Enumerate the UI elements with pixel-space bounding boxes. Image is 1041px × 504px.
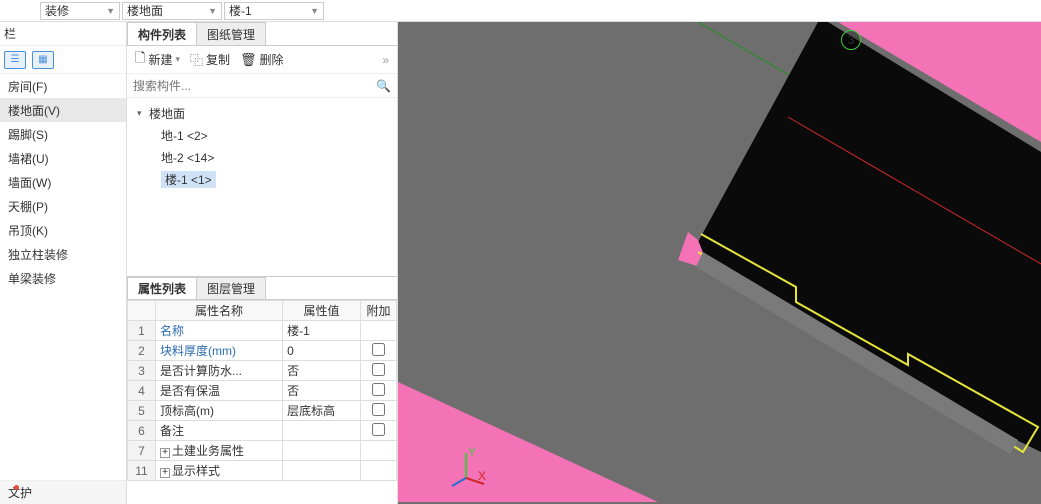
table-row[interactable]: 2块料厚度(mm)0: [128, 341, 397, 361]
sidebar-item[interactable]: 房间(F): [0, 74, 126, 98]
svg-text:X: X: [478, 469, 486, 483]
col-extra: 附加: [361, 301, 397, 321]
dropdown-category[interactable]: 装修▼: [40, 2, 120, 20]
more-icon[interactable]: »: [382, 53, 389, 67]
delete-icon: 🗑: [240, 52, 257, 68]
tree-item[interactable]: 楼-1 <1>: [127, 168, 397, 190]
extra-checkbox[interactable]: [372, 423, 385, 436]
tree-item[interactable]: 地-2 <14>: [127, 146, 397, 168]
search-box[interactable]: 🔍: [127, 74, 397, 98]
table-row[interactable]: 4是否有保温否: [128, 381, 397, 401]
new-file-icon: 🗋: [135, 49, 145, 71]
sidebar-item[interactable]: 墙裙(U): [0, 146, 126, 170]
delete-button[interactable]: 🗑删除: [240, 51, 284, 68]
tab-drawing-mgmt[interactable]: 图纸管理: [196, 22, 266, 45]
sidebar-item[interactable]: 独立柱装修: [0, 242, 126, 266]
extra-checkbox[interactable]: [372, 343, 385, 356]
axis-gizmo-icon: Y X: [446, 448, 486, 488]
col-index: [128, 301, 156, 321]
extra-checkbox[interactable]: [372, 363, 385, 376]
table-row[interactable]: 5顶标高(m)层底标高: [128, 401, 397, 421]
expand-icon[interactable]: +: [160, 448, 170, 458]
nav-footer-item[interactable]: 文护: [0, 480, 126, 504]
tab-property-list[interactable]: 属性列表: [127, 277, 197, 299]
sidebar-item[interactable]: 踢脚(S): [0, 122, 126, 146]
table-row[interactable]: 6备注: [128, 421, 397, 441]
extra-checkbox[interactable]: [372, 383, 385, 396]
table-row[interactable]: 1名称楼-1: [128, 321, 397, 341]
sidebar-item[interactable]: 墙面(W): [0, 170, 126, 194]
col-name: 属性名称: [156, 301, 283, 321]
chevron-down-icon: ▼: [208, 6, 217, 16]
chevron-down-icon: ▼: [106, 6, 115, 16]
table-row[interactable]: 3是否计算防水...否: [128, 361, 397, 381]
model-canvas[interactable]: [398, 22, 1041, 504]
property-table: 属性名称 属性值 附加 1名称楼-12块料厚度(mm)03是否计算防水...否4…: [127, 300, 397, 504]
top-toolbar: 装修▼ 楼地面▼ 楼-1▼: [0, 0, 1041, 22]
search-icon: 🔍: [376, 79, 391, 93]
chevron-down-icon: ▾: [175, 54, 180, 65]
sidebar-item[interactable]: 单梁装修: [0, 266, 126, 290]
axis-badge[interactable]: 3: [841, 30, 861, 50]
tree-root[interactable]: ▾楼地面: [127, 102, 397, 124]
sidebar-item[interactable]: 吊顶(K): [0, 218, 126, 242]
tab-component-list[interactable]: 构件列表: [127, 22, 197, 45]
new-button[interactable]: 🗋新建▾: [135, 49, 180, 71]
left-nav-panel: 栏 ☰ ▦ 房间(F)楼地面(V)踢脚(S)墙裙(U)墙面(W)天棚(P)吊顶(…: [0, 22, 127, 504]
extra-checkbox[interactable]: [372, 403, 385, 416]
caret-down-icon: ▾: [137, 108, 147, 119]
tree-item[interactable]: 地-1 <2>: [127, 124, 397, 146]
tab-layer-mgmt[interactable]: 图层管理: [196, 277, 266, 299]
notification-dot-icon: [14, 485, 19, 490]
chevron-down-icon: ▼: [310, 6, 319, 16]
component-panel: 构件列表 图纸管理 🗋新建▾ ⿻复制 🗑删除 » 🔍 ▾楼地面地-1 <2>地-…: [127, 22, 398, 504]
table-row[interactable]: 11+显示样式: [128, 461, 397, 481]
table-row[interactable]: 7+土建业务属性: [128, 441, 397, 461]
viewport-3d[interactable]: 3 Y X: [398, 22, 1041, 504]
search-input[interactable]: [133, 79, 376, 93]
sidebar-item[interactable]: 天棚(P): [0, 194, 126, 218]
view-mode-grid-icon[interactable]: ▦: [32, 51, 54, 69]
expand-icon[interactable]: +: [160, 468, 170, 478]
nav-header: 栏: [4, 25, 122, 42]
dropdown-type[interactable]: 楼地面▼: [122, 2, 222, 20]
svg-text:Y: Y: [468, 448, 476, 459]
copy-button[interactable]: ⿻复制: [190, 50, 230, 69]
dropdown-instance[interactable]: 楼-1▼: [224, 2, 324, 20]
sidebar-item[interactable]: 楼地面(V): [0, 98, 126, 122]
view-mode-list-icon[interactable]: ☰: [4, 51, 26, 69]
col-value: 属性值: [283, 301, 361, 321]
copy-icon: ⿻: [190, 50, 203, 69]
